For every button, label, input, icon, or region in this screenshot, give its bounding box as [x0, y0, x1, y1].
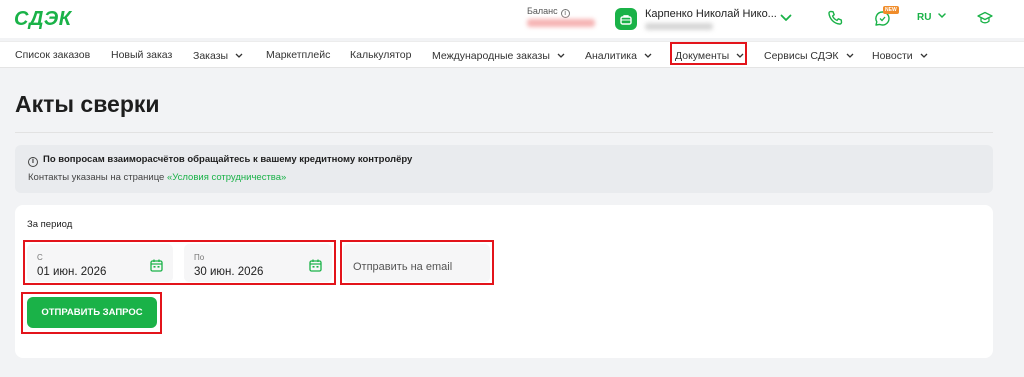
- highlight-email: [340, 240, 494, 285]
- top-header: СДЭК Баланс i Карпенко Николай Нико... NE…: [0, 0, 1024, 38]
- chevron-down-icon: [920, 49, 928, 61]
- nav-label: Международные заказы: [432, 50, 550, 62]
- chevron-down-icon: [938, 13, 946, 19]
- briefcase-icon[interactable]: [615, 8, 637, 30]
- language-label: RU: [917, 12, 932, 23]
- new-badge: NEW: [883, 6, 899, 14]
- phone-icon[interactable]: [826, 9, 844, 27]
- notice-body: Контакты указаны на странице: [28, 172, 167, 183]
- nav-label: Новости: [872, 50, 913, 62]
- info-icon: i: [28, 157, 38, 167]
- chevron-down-icon: [846, 49, 854, 61]
- nav-item-analytics[interactable]: Аналитика: [585, 49, 652, 62]
- user-account-blurred: [645, 23, 713, 30]
- nav-label: Список заказов: [15, 49, 91, 61]
- nav-item-new-order[interactable]: Новый заказ: [111, 49, 172, 61]
- balance-text: Баланс: [527, 6, 558, 16]
- chevron-down-icon[interactable]: [778, 11, 794, 25]
- nav-label: Новый заказ: [111, 49, 173, 61]
- nav-item-international[interactable]: Международные заказы: [432, 49, 565, 62]
- period-label: За период: [27, 219, 73, 230]
- chevron-down-icon: [557, 49, 565, 61]
- highlight-date-range: [23, 240, 336, 285]
- notice-title: i По вопросам взаиморасчётов обращайтесь …: [28, 154, 412, 167]
- nav-label: Калькулятор: [350, 49, 412, 61]
- nav-label: Аналитика: [585, 50, 637, 62]
- divider: [15, 132, 993, 133]
- highlight-submit: [21, 292, 162, 334]
- chevron-down-icon: [235, 49, 243, 61]
- nav-item-news[interactable]: Новости: [872, 49, 928, 62]
- language-selector[interactable]: RU: [917, 12, 946, 23]
- nav-item-marketplace[interactable]: Маркетплейс: [266, 49, 330, 61]
- notice-title-text: По вопросам взаиморасчётов обращайтесь к…: [43, 154, 413, 165]
- user-name[interactable]: Карпенко Николай Нико...: [645, 8, 777, 20]
- balance-label: Баланс i: [527, 6, 570, 18]
- nav-item-orders[interactable]: Заказы: [193, 49, 243, 62]
- nav-label: Маркетплейс: [266, 49, 331, 61]
- balance-value-blurred: [527, 19, 595, 27]
- main-nav: Список заказов Новый заказ Заказы Маркет…: [0, 41, 1024, 68]
- chevron-down-icon: [644, 49, 652, 61]
- terms-link[interactable]: «Условия сотрудничества»: [167, 172, 286, 183]
- page-title: Акты сверки: [15, 91, 160, 117]
- nav-item-orders-list[interactable]: Список заказов: [15, 49, 90, 61]
- cdek-logo[interactable]: СДЭК: [14, 8, 72, 31]
- nav-item-calculator[interactable]: Калькулятор: [350, 49, 411, 61]
- highlight-documents: [670, 42, 747, 65]
- nav-label: Заказы: [193, 50, 229, 62]
- notice-text: Контакты указаны на странице «Условия со…: [28, 172, 286, 183]
- info-notice: i По вопросам взаиморасчётов обращайтесь …: [15, 145, 993, 193]
- graduation-cap-icon[interactable]: [976, 10, 994, 26]
- nav-label: Сервисы СДЭК: [764, 50, 839, 62]
- nav-item-cdek-services[interactable]: Сервисы СДЭК: [764, 49, 854, 62]
- info-icon[interactable]: i: [560, 9, 570, 18]
